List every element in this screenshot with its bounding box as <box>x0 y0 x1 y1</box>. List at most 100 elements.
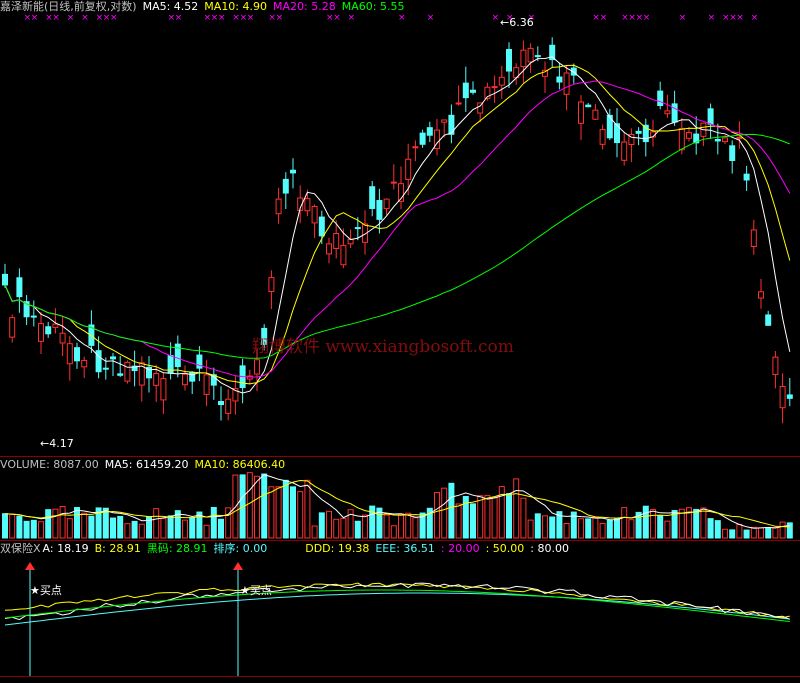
volume-bar <box>765 527 772 539</box>
volume-bar <box>297 491 304 539</box>
volume-bar <box>491 497 498 539</box>
volume-bar <box>16 515 23 539</box>
volume-bar <box>340 517 347 539</box>
candle-body <box>563 72 570 95</box>
candle-body <box>520 49 527 67</box>
cross-marker: × <box>276 13 284 23</box>
volume-bar <box>182 519 188 539</box>
volume-bar <box>405 512 412 539</box>
candle-body <box>419 132 426 145</box>
cross-marker: × <box>67 13 75 23</box>
volume-bar <box>563 522 570 539</box>
volume-bar <box>664 520 671 539</box>
volume-bar <box>441 487 448 539</box>
volume-bar <box>477 495 484 539</box>
volume-bar <box>398 513 404 539</box>
candle-body <box>311 205 318 224</box>
volume-bar <box>707 518 714 539</box>
volume-bar <box>326 510 332 539</box>
volume-bar <box>261 473 268 539</box>
candle-body <box>664 110 671 115</box>
candle-body <box>772 356 779 376</box>
candle-body <box>203 374 210 395</box>
volume-bar <box>138 523 145 539</box>
volume-bar <box>484 495 491 539</box>
candle-body <box>383 198 390 210</box>
cross-marker: × <box>492 13 500 23</box>
volume-bar <box>311 525 318 539</box>
event-tag-dollar[interactable]: $ <box>776 441 783 454</box>
volume-bar <box>527 519 534 539</box>
candle-body <box>441 119 448 123</box>
candle-body <box>45 326 52 335</box>
volume-bar <box>592 516 599 539</box>
volume-bar <box>470 503 476 539</box>
event-tag-zhang[interactable]: 涨 <box>244 441 255 457</box>
candle-body <box>455 102 462 105</box>
candle-body <box>736 136 743 139</box>
up-arrow-icon <box>25 562 35 570</box>
volume-bar <box>160 517 167 539</box>
event-tag-cai[interactable]: 财 <box>736 441 747 457</box>
candle-body <box>621 141 628 161</box>
up-arrow-icon <box>233 562 243 570</box>
cross-marker: × <box>348 13 356 23</box>
event-tag-zeng[interactable]: 增 <box>591 441 602 457</box>
candle-body <box>268 277 275 292</box>
candle-body <box>160 378 167 401</box>
volume-bar <box>700 507 707 539</box>
volume-bar <box>549 516 556 539</box>
candle-body <box>498 76 505 86</box>
cross-marker: × <box>81 13 89 23</box>
star-icon: ★ <box>30 584 40 597</box>
candle-body <box>182 373 188 386</box>
volume-bar <box>210 506 217 539</box>
candle-body <box>110 356 116 360</box>
volume-bar <box>88 515 95 539</box>
volume-bar <box>153 508 160 539</box>
cross-marker: × <box>175 13 183 23</box>
volume-bar <box>772 526 779 539</box>
volume-bar <box>254 475 260 539</box>
high-price-label: ←6.36 <box>500 16 534 29</box>
volume-bar <box>779 521 786 539</box>
volume-bar <box>448 482 455 539</box>
event-tag-bang[interactable]: 榜 <box>455 441 466 457</box>
volume-bar <box>383 514 390 539</box>
candle-body <box>786 394 793 399</box>
cross-marker: × <box>427 13 435 23</box>
cross-marker: × <box>600 13 608 23</box>
volume-bar <box>693 508 700 539</box>
candle-body <box>74 347 80 362</box>
volume-bar <box>282 479 289 539</box>
candle-body <box>462 82 469 99</box>
candle-body <box>376 200 383 220</box>
volume-bar <box>66 518 73 539</box>
volume-bar <box>74 507 80 539</box>
candle-body <box>304 198 311 212</box>
cross-marker: × <box>679 13 687 23</box>
volume-bar <box>275 486 282 539</box>
candle-body <box>678 127 685 151</box>
candle-body <box>290 169 296 174</box>
volume-bar <box>729 529 736 539</box>
cross-marker: × <box>247 13 255 23</box>
volume-bar <box>736 523 743 539</box>
cross-marker: × <box>110 13 118 23</box>
indicator-a-line <box>4 582 790 621</box>
indicator-ddd-line <box>4 582 790 619</box>
event-tag-die[interactable]: 跌 <box>758 441 769 457</box>
volume-bar <box>2 513 8 539</box>
candle-body <box>153 373 160 386</box>
candle-body <box>102 367 109 370</box>
cross-marker: × <box>643 13 651 23</box>
volume-bar <box>455 503 462 539</box>
candle-body <box>282 178 289 194</box>
volume-bar <box>124 523 131 539</box>
candle-body <box>585 104 592 108</box>
candle-body <box>340 244 347 266</box>
volume-bar <box>520 497 527 539</box>
candle-body <box>635 130 642 134</box>
candle-body <box>38 323 44 342</box>
candle-body <box>369 186 376 209</box>
